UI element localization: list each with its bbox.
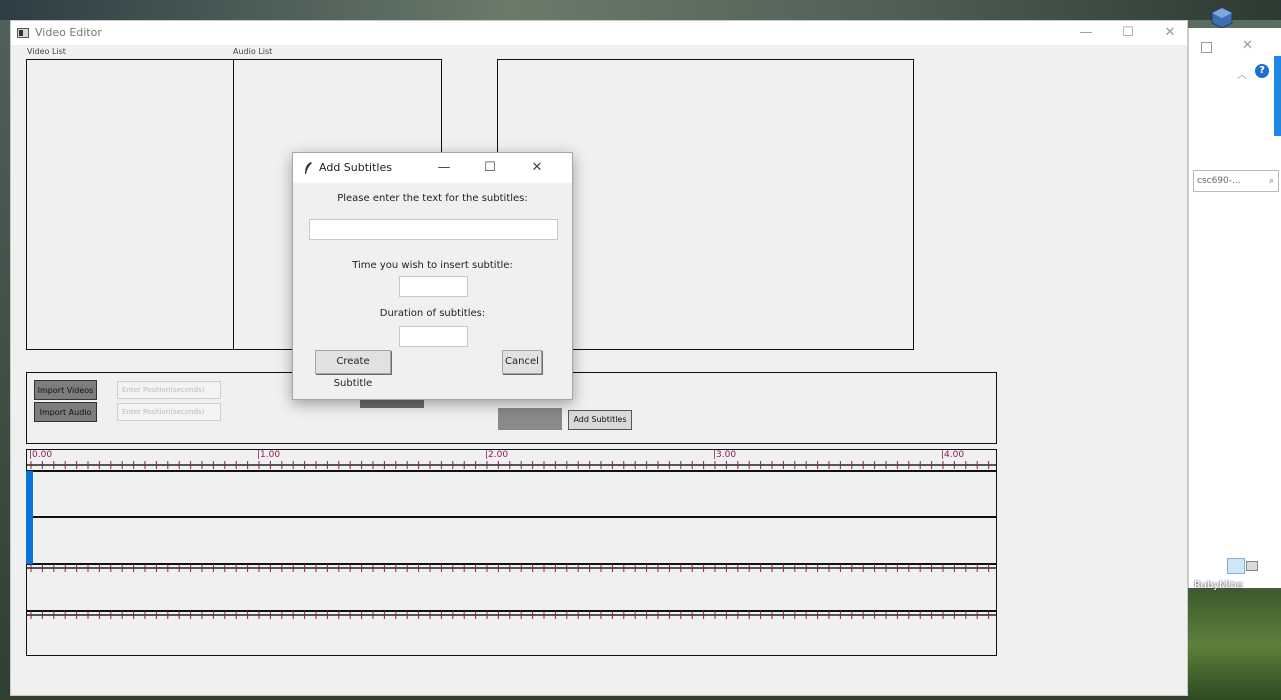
minimize-button[interactable]: —	[1071, 23, 1101, 43]
dialog-minimize-button[interactable]: —	[430, 159, 458, 177]
tick-label-1: |1.00	[257, 450, 281, 460]
video-track[interactable]	[26, 471, 997, 517]
ruler-ticks	[27, 611, 996, 619]
subtitle-track[interactable]	[26, 564, 997, 611]
ruler-ticks	[27, 564, 996, 572]
background-window-titlebar: ✕	[1189, 28, 1281, 53]
maximize-icon: ☐	[484, 160, 496, 175]
background-search-field[interactable]: csc690-... ⌕	[1193, 170, 1279, 192]
dialog-titlebar: Add Subtitles — ☐ ✕	[293, 153, 572, 183]
extra-track[interactable]	[26, 611, 997, 656]
chevron-up-icon[interactable]: ︿	[1237, 66, 1247, 81]
feather-icon	[305, 162, 312, 174]
search-icon[interactable]: ⌕	[1269, 171, 1274, 191]
close-icon: ✕	[531, 160, 543, 175]
insert-time-input[interactable]	[399, 276, 468, 297]
titlebar: Video Editor — ☐ ✕	[11, 21, 1187, 45]
playhead[interactable]	[26, 471, 33, 564]
desktop-wallpaper-left	[0, 20, 10, 700]
tick-label-2: |2.00	[485, 450, 509, 460]
desktop-wallpaper-bottom	[0, 696, 1281, 700]
minimize-icon: —	[437, 160, 451, 175]
view-preview-icon[interactable]	[1246, 561, 1258, 571]
duration-prompt: Duration of subtitles:	[379, 308, 486, 319]
duration-input[interactable]	[399, 326, 468, 347]
create-subtitle-button[interactable]: Create Subtitle	[315, 350, 391, 389]
blank-button[interactable]	[498, 408, 562, 430]
ruler-ticks	[27, 461, 996, 469]
taskbar-label-rubymine[interactable]: RubyMine	[1194, 580, 1243, 591]
desktop-wallpaper-top	[0, 0, 1281, 20]
background-window: ✕ ︿ ? csc690-... ⌕	[1188, 28, 1281, 588]
maximize-icon[interactable]	[1201, 42, 1212, 53]
view-details-icon[interactable]	[1227, 558, 1245, 574]
import-videos-button[interactable]: Import Videos	[34, 380, 97, 400]
close-button[interactable]: ✕	[1155, 23, 1185, 43]
insert-time-prompt: Time you wish to insert subtitle:	[352, 260, 513, 271]
tick-label-3: |3.00	[713, 450, 737, 460]
close-icon: ✕	[1164, 25, 1176, 40]
dialog-close-button[interactable]: ✕	[523, 159, 551, 177]
hidden-button[interactable]	[360, 400, 424, 408]
subtitle-text-prompt: Please enter the text for the subtitles:	[337, 193, 528, 204]
import-audio-button[interactable]: Import Audio	[34, 402, 97, 422]
app-window-icon	[17, 28, 29, 38]
video-position-input[interactable]: Enter Position(seconds)	[117, 381, 221, 399]
maximize-icon: ☐	[1122, 25, 1134, 40]
add-subtitles-button[interactable]: Add Subtitles	[568, 410, 632, 430]
accent-strip	[1274, 56, 1281, 136]
dialog-title: Add Subtitles	[319, 161, 392, 174]
tick-label-0: |0.00	[29, 450, 53, 460]
video-list-label: Video List	[27, 47, 66, 56]
desktop-wallpaper-forest	[1188, 590, 1281, 700]
close-icon[interactable]: ✕	[1242, 38, 1253, 53]
maximize-button[interactable]: ☐	[1113, 23, 1143, 43]
video-list[interactable]	[26, 59, 235, 350]
dialog-maximize-button[interactable]: ☐	[476, 159, 504, 177]
window-title: Video Editor	[35, 26, 102, 39]
minimize-icon: —	[1079, 25, 1093, 40]
tick-label-4: |4.00	[941, 450, 965, 460]
subtitle-text-input[interactable]	[309, 219, 558, 240]
cancel-button[interactable]: Cancel	[502, 350, 542, 374]
desktop-cube-icon[interactable]	[1210, 6, 1234, 30]
add-subtitles-dialog: Add Subtitles — ☐ ✕ Please enter the tex…	[292, 152, 573, 400]
video-editor-window: Video Editor — ☐ ✕ Video List Audio List…	[10, 20, 1188, 696]
timeline-ruler[interactable]: |0.00 |1.00 |2.00 |3.00 |4.00	[26, 449, 997, 471]
audio-track[interactable]	[26, 517, 997, 564]
audio-list-label: Audio List	[233, 47, 273, 56]
search-text: csc690-...	[1197, 176, 1241, 186]
help-icon[interactable]: ?	[1255, 64, 1269, 78]
audio-position-input[interactable]: Enter Position(seconds)	[117, 403, 221, 421]
